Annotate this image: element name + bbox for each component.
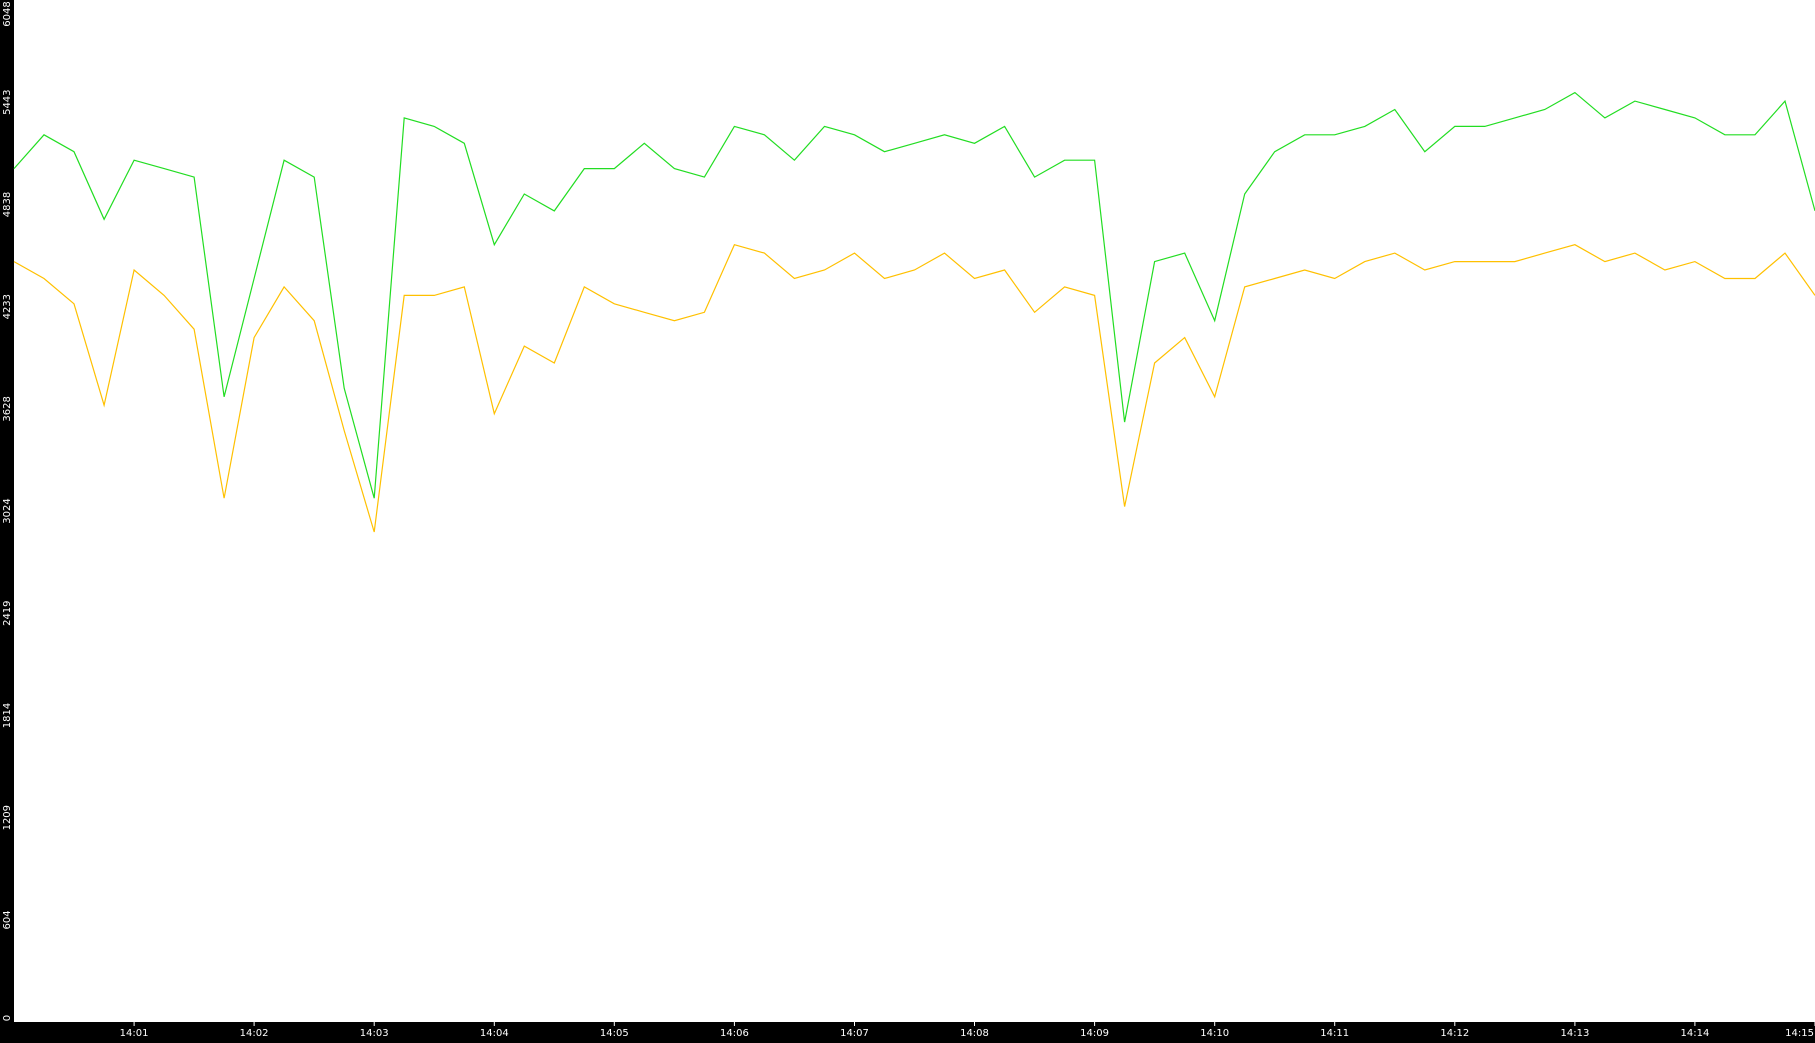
y-tick-label: 0 <box>2 1015 13 1021</box>
x-tick-label: 14:02 <box>240 1028 269 1039</box>
x-tick-label: 14:01 <box>120 1028 149 1039</box>
x-tick-label: 14:14 <box>1680 1028 1709 1039</box>
x-tick-label: 14:11 <box>1320 1028 1349 1039</box>
x-tick-label: 14:13 <box>1560 1028 1589 1039</box>
y-tick-label: 2419 <box>2 600 13 625</box>
y-tick-label: 1209 <box>2 805 13 830</box>
x-tick-label: 14:04 <box>480 1028 509 1039</box>
y-tick-label: 604 <box>2 910 13 929</box>
line-chart: 0 604 1209 1814 2419 3024 3628 4233 4838 5443 6048… <box>0 0 1815 1039</box>
chart: 0 604 1209 1814 2419 3024 3628 4233 4838 5443 6048… <box>0 0 1815 1039</box>
x-tick-label: 14:10 <box>1200 1028 1229 1039</box>
x-tick-label: 14:03 <box>360 1028 389 1039</box>
plot-area <box>14 0 1815 1022</box>
y-tick-label: 3628 <box>2 396 13 421</box>
y-tick-label: 4838 <box>2 192 13 217</box>
x-tick-label: 14:09 <box>1080 1028 1109 1039</box>
x-tick-label: 14:05 <box>600 1028 629 1039</box>
y-tick-label: 4233 <box>2 294 13 319</box>
x-tick-label: 14:15 <box>1785 1028 1814 1039</box>
y-tick-label: 5443 <box>2 89 13 114</box>
x-tick-label: 14:08 <box>960 1028 989 1039</box>
x-tick-label: 14:12 <box>1440 1028 1469 1039</box>
y-tick-label: 3024 <box>2 498 13 523</box>
x-tick-label: 14:06 <box>720 1028 749 1039</box>
y-tick-label: 1814 <box>2 703 13 728</box>
y-tick-label: 6048 <box>2 1 13 26</box>
x-tick-label: 14:07 <box>840 1028 869 1039</box>
